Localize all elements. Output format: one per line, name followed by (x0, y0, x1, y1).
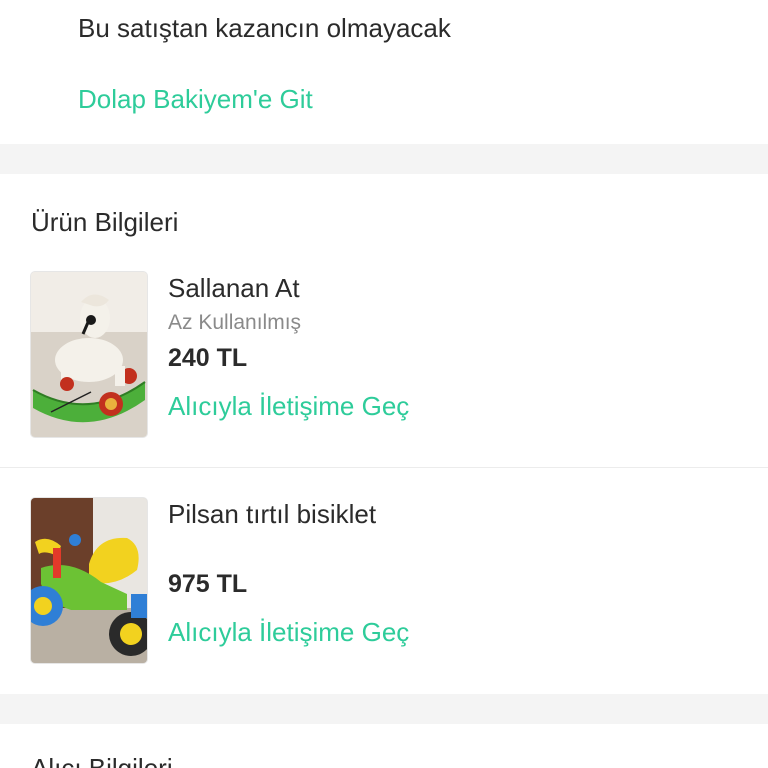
order-detail-page: Bu satıştan kazancın olmayacak Dolap Bak… (0, 0, 768, 768)
buyer-info-title: Alıcı Bilgileri (31, 753, 173, 768)
buyer-info-section: Alıcı Bilgileri (0, 724, 768, 768)
earnings-notice-section: Bu satıştan kazancın olmayacak Dolap Bak… (0, 0, 768, 144)
product-image-tricycle[interactable] (31, 498, 147, 663)
product-image-rocking-horse[interactable] (31, 272, 147, 437)
product-row: Sallanan At Az Kullanılmış 240 TL Alıcıy… (0, 272, 768, 468)
product-name: Sallanan At (168, 273, 300, 303)
go-to-balance-link[interactable]: Dolap Bakiyem'e Git (78, 83, 313, 115)
section-divider (0, 694, 768, 724)
product-info-section: Ürün Bilgileri Sallanan At Az Kullanılmı… (0, 174, 768, 694)
product-info-title: Ürün Bilgileri (31, 207, 179, 237)
contact-buyer-link[interactable]: Alıcıyla İletişime Geç (168, 616, 409, 648)
contact-buyer-link[interactable]: Alıcıyla İletişime Geç (168, 390, 409, 422)
section-divider (0, 144, 768, 174)
product-price: 240 TL (168, 344, 248, 372)
product-row: Pilsan tırtıl bisiklet 975 TL Alıcıyla İ… (0, 498, 768, 693)
product-condition: Az Kullanılmış (168, 311, 302, 334)
earnings-notice-text: Bu satıştan kazancın olmayacak (78, 13, 451, 43)
product-name: Pilsan tırtıl bisiklet (168, 499, 377, 529)
product-price: 975 TL (168, 570, 248, 598)
